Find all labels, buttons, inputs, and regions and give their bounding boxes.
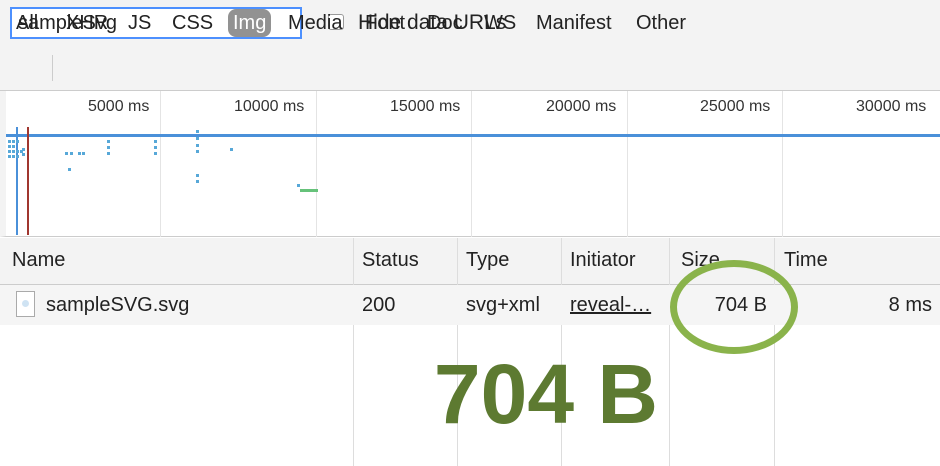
type-img[interactable]: Img [228, 9, 272, 37]
column-header-initiator[interactable]: Initiator [570, 249, 636, 272]
type-separator [52, 55, 53, 81]
highlight-circle [670, 260, 798, 354]
request-dot [8, 140, 11, 143]
type-font[interactable]: Font [365, 9, 405, 37]
request-dot [12, 140, 15, 143]
timeline-tick: 5000 ms [88, 98, 150, 115]
request-dot [154, 140, 157, 143]
type-js[interactable]: JS [128, 9, 151, 37]
timeline-gridline [627, 91, 628, 237]
timeline-tick: 20000 ms [546, 98, 617, 115]
column-header-name[interactable]: Name [12, 249, 65, 272]
request-dot [68, 168, 71, 171]
request-dot [16, 150, 19, 153]
timeline-gridline [316, 91, 317, 237]
request-dot [16, 155, 19, 158]
row-name[interactable]: sampleSVG.svg [46, 294, 189, 317]
request-dot [70, 152, 73, 155]
timeline-tick: 15000 ms [390, 98, 461, 115]
request-dot [107, 152, 110, 155]
column-header-time[interactable]: Time [784, 249, 828, 272]
column-header-status[interactable]: Status [362, 249, 419, 272]
request-dot [107, 140, 110, 143]
request-dot [196, 150, 199, 153]
type-other[interactable]: Other [636, 9, 686, 37]
row-type: svg+xml [466, 294, 540, 316]
row-status: 200 [362, 294, 396, 316]
type-media[interactable]: Media [288, 9, 342, 37]
request-dot [107, 146, 110, 149]
request-dot [78, 152, 81, 155]
type-ws[interactable]: WS [484, 9, 516, 37]
request-dot [22, 153, 25, 156]
request-dot [297, 184, 300, 187]
request-dot [12, 150, 15, 153]
timeline-gridline [471, 91, 472, 237]
svg-file-icon [16, 291, 35, 317]
timeline-gridline [782, 91, 783, 237]
request-dot [196, 137, 199, 140]
type-xhr[interactable]: XHR [66, 9, 108, 37]
request-dot [8, 155, 11, 158]
timeline-gridline [160, 91, 161, 237]
type-all[interactable]: All [16, 9, 38, 37]
request-dot [230, 148, 233, 151]
type-doc[interactable]: Doc [427, 9, 463, 37]
resource-type-bar [0, 48, 940, 91]
row-initiator-link[interactable]: reveal-… [570, 294, 651, 317]
timeline-tick: 10000 ms [234, 98, 305, 115]
size-annotation: 704 B [433, 347, 659, 441]
row-time: 8 ms [888, 294, 932, 316]
request-dot [154, 146, 157, 149]
timeline-tick: 30000 ms [856, 98, 927, 115]
request-bar [6, 134, 940, 137]
request-dot [82, 152, 85, 155]
request-dot [22, 148, 25, 151]
timeline-tick: 25000 ms [700, 98, 771, 115]
dom-content-loaded-line [16, 127, 18, 235]
request-dot [8, 150, 11, 153]
request-dot [196, 174, 199, 177]
request-dot [8, 145, 11, 148]
request-dot [154, 152, 157, 155]
type-css[interactable]: CSS [172, 9, 213, 37]
request-dot [16, 140, 19, 143]
request-dot [196, 144, 199, 147]
column-header-type[interactable]: Type [466, 249, 509, 272]
request-dot [12, 145, 15, 148]
request-bar [300, 189, 318, 192]
request-dot [196, 180, 199, 183]
type-manifest[interactable]: Manifest [536, 9, 612, 37]
load-event-line [27, 127, 29, 235]
request-dot [196, 130, 199, 133]
request-dot [12, 155, 15, 158]
request-dot [65, 152, 68, 155]
